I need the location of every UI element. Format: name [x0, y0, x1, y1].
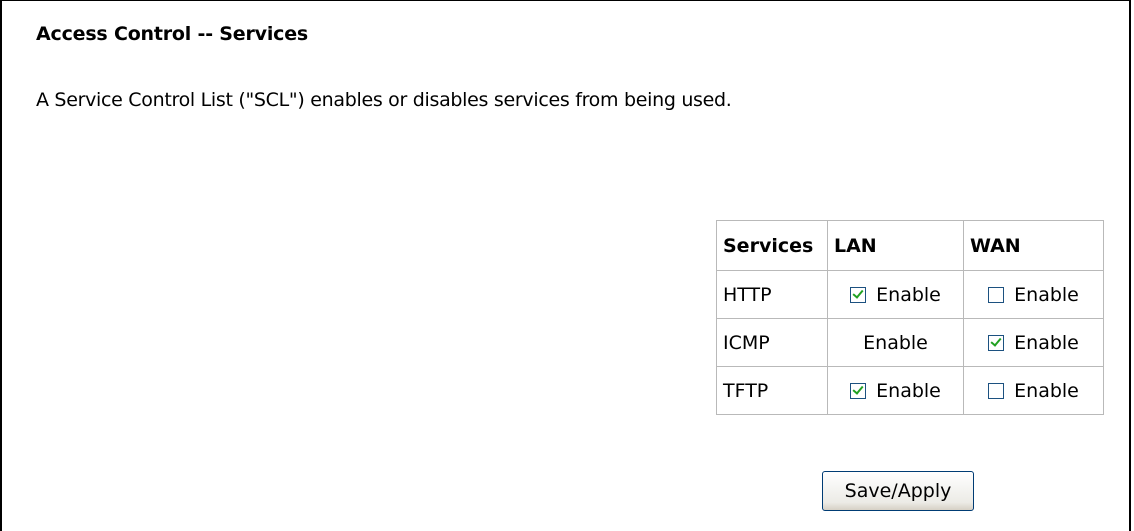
- enable-label: Enable: [876, 379, 941, 402]
- tftp-lan-enable-checkbox[interactable]: [850, 382, 867, 399]
- table-row: TFTP Enable Enable: [717, 367, 1104, 415]
- header-wan: WAN: [964, 221, 1104, 271]
- enable-label: Enable: [1014, 283, 1079, 306]
- header-services: Services: [717, 221, 828, 271]
- http-lan-enable-checkbox[interactable]: [850, 286, 867, 303]
- page-frame: Access Control -- Services A Service Con…: [0, 0, 1131, 531]
- table-header-row: Services LAN WAN: [717, 221, 1104, 271]
- service-control-table: Services LAN WAN HTTP Enable Enable ICMP…: [716, 220, 1104, 415]
- wan-cell: Enable: [964, 319, 1104, 367]
- page-title: Access Control -- Services: [36, 23, 308, 45]
- service-name: HTTP: [717, 271, 828, 319]
- service-name: ICMP: [717, 319, 828, 367]
- enable-label: Enable: [1014, 379, 1079, 402]
- enable-label: Enable: [863, 331, 928, 354]
- enable-label: Enable: [876, 283, 941, 306]
- tftp-wan-enable-checkbox[interactable]: [988, 382, 1005, 399]
- icmp-wan-enable-checkbox[interactable]: [988, 334, 1005, 351]
- table-row: ICMP Enable Enable: [717, 319, 1104, 367]
- lan-cell: Enable: [828, 271, 964, 319]
- lan-cell: Enable: [828, 319, 964, 367]
- enable-label: Enable: [1014, 331, 1079, 354]
- lan-cell: Enable: [828, 367, 964, 415]
- header-lan: LAN: [828, 221, 964, 271]
- service-name: TFTP: [717, 367, 828, 415]
- http-wan-enable-checkbox[interactable]: [988, 286, 1005, 303]
- wan-cell: Enable: [964, 271, 1104, 319]
- page-description: A Service Control List ("SCL") enables o…: [36, 89, 732, 111]
- save-apply-button[interactable]: Save/Apply: [822, 471, 974, 511]
- wan-cell: Enable: [964, 367, 1104, 415]
- table-row: HTTP Enable Enable: [717, 271, 1104, 319]
